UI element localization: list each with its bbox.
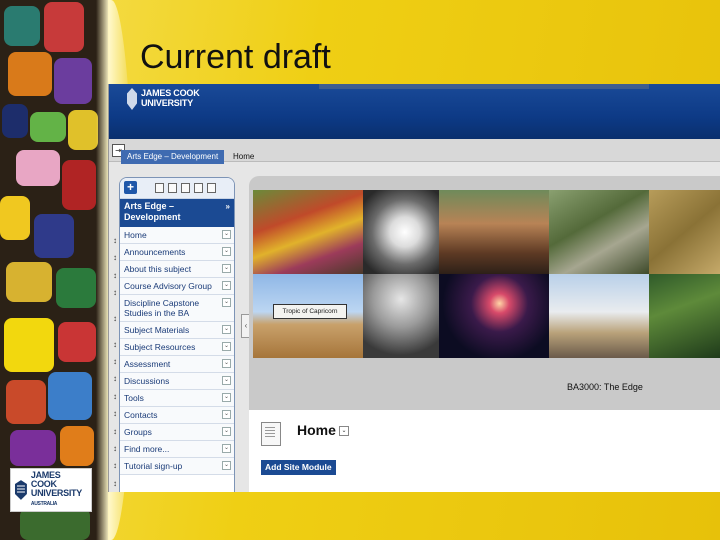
banner-photo-rainforest bbox=[649, 274, 720, 358]
chevron-down-icon[interactable]: ⌄ bbox=[222, 325, 231, 334]
banner-photo-tropic: Tropic of Capricorn bbox=[253, 274, 363, 358]
drag-handle-icon[interactable]: ↕ bbox=[111, 302, 119, 336]
banner-photo-dancers bbox=[253, 190, 363, 274]
drag-handles: ↕ ↕ ↕ ↕ ↕ ↕ ↕ ↕ ↕ ↕ ↕ ↕ ↕ ↕ bbox=[111, 232, 119, 492]
drag-handle-icon[interactable]: ↕ bbox=[111, 336, 119, 353]
drag-handle-icon[interactable]: ↕ bbox=[111, 405, 119, 422]
chevron-down-icon[interactable]: ⌄ bbox=[222, 444, 231, 453]
breadcrumb-course[interactable]: Arts Edge – Development bbox=[121, 150, 225, 164]
folder-view-icon[interactable] bbox=[155, 183, 164, 193]
logo-line-3: AUSTRALIA bbox=[30, 501, 58, 507]
add-site-module-button[interactable]: Add Site Module bbox=[261, 460, 336, 475]
drag-handle-icon[interactable]: ↕ bbox=[111, 423, 119, 440]
course-menu-toolbar: + bbox=[120, 178, 234, 199]
page-heading: Home bbox=[297, 422, 336, 438]
chevron-down-icon[interactable]: ⌄ bbox=[222, 298, 231, 307]
chevron-down-icon[interactable]: ⌄ bbox=[222, 410, 231, 419]
menu-item-tools[interactable]: Tools ⌄ bbox=[120, 390, 234, 407]
menu-item-capstone[interactable]: Discipline Capstone Studies in the BA ⌄ bbox=[120, 295, 234, 322]
chevron-down-icon[interactable]: ⌄ bbox=[222, 393, 231, 402]
banner-photo-taj-mahal bbox=[549, 274, 649, 358]
content-area: Tropic of Capricorn BA3000: The Edge Hom… bbox=[249, 176, 720, 492]
drag-handle-icon[interactable]: ↕ bbox=[111, 353, 119, 370]
chevron-down-icon[interactable]: ⌄ bbox=[339, 426, 349, 436]
drag-handle-icon[interactable]: ↕ bbox=[111, 370, 119, 387]
breadcrumb-page: Home bbox=[233, 152, 255, 161]
blackboard-screenshot: JAMES COOK UNIVERSITY ⇥ Arts Edge – Deve… bbox=[108, 84, 720, 492]
menu-item-find-more[interactable]: Find more... ⌄ bbox=[120, 441, 234, 458]
home-module-area: Home ⌄ Add Site Module bbox=[249, 410, 720, 492]
menu-item-home[interactable]: Home ⌄ bbox=[120, 227, 234, 244]
banner-photo-cyclone-lower bbox=[363, 274, 439, 358]
menu-item-discussions[interactable]: Discussions ⌄ bbox=[120, 373, 234, 390]
drag-handle-icon[interactable]: ↕ bbox=[111, 440, 119, 457]
course-menu-panel: + Arts Edge – Development » Home ⌄ Announ… bbox=[119, 177, 235, 492]
blackboard-header: JAMES COOK UNIVERSITY bbox=[109, 84, 720, 139]
menu-item-about[interactable]: About this subject ⌄ bbox=[120, 261, 234, 278]
chevron-down-icon[interactable]: ⌄ bbox=[222, 427, 231, 436]
chevron-down-icon[interactable]: ⌄ bbox=[222, 281, 231, 290]
breadcrumb: Arts Edge – Development Home bbox=[109, 147, 720, 167]
list-view-icon[interactable] bbox=[168, 183, 177, 193]
tropic-sign: Tropic of Capricorn bbox=[273, 304, 347, 319]
menu-item-announcements[interactable]: Announcements ⌄ bbox=[120, 244, 234, 261]
drag-handle-icon[interactable]: ↕ bbox=[111, 267, 119, 284]
drag-handle-icon[interactable]: ↕ bbox=[111, 284, 119, 301]
header-logo-line-2: UNIVERSITY bbox=[141, 98, 194, 108]
drag-handle-icon[interactable]: ↕ bbox=[111, 457, 119, 474]
menu-item-contacts[interactable]: Contacts ⌄ bbox=[120, 407, 234, 424]
chevron-down-icon[interactable]: ⌄ bbox=[222, 342, 231, 351]
logo-line-2: UNIVERSITY bbox=[30, 488, 82, 498]
menu-item-groups[interactable]: Groups ⌄ bbox=[120, 424, 234, 441]
drag-handle-icon[interactable]: ↕ bbox=[111, 232, 119, 249]
drag-handle-icon[interactable]: ↕ bbox=[111, 475, 119, 492]
menu-item-advisory-group[interactable]: Course Advisory Group ⌄ bbox=[120, 278, 234, 295]
settings-icon[interactable] bbox=[207, 183, 216, 193]
menu-item-assessment[interactable]: Assessment ⌄ bbox=[120, 356, 234, 373]
page-icon bbox=[261, 422, 281, 446]
new-window-icon[interactable] bbox=[181, 183, 190, 193]
course-title-bar[interactable]: Arts Edge – Development » bbox=[120, 199, 234, 227]
chevron-down-icon[interactable]: ⌄ bbox=[222, 461, 231, 470]
header-logo[interactable]: JAMES COOK UNIVERSITY bbox=[127, 88, 200, 110]
chevron-down-icon[interactable]: ⌄ bbox=[222, 264, 231, 273]
crest-icon bbox=[127, 88, 137, 110]
header-logo-line-1: JAMES COOK bbox=[141, 88, 200, 98]
slide-title: Current draft bbox=[140, 38, 331, 76]
menu-item-subject-materials[interactable]: Subject Materials ⌄ bbox=[120, 322, 234, 339]
banner-photo-fireworks bbox=[439, 274, 549, 358]
banner-photo-foliage bbox=[549, 190, 649, 274]
course-menu: Home ⌄ Announcements ⌄ About this subject ⌄… bbox=[120, 227, 234, 475]
course-code: BA3000: The Edge bbox=[567, 382, 643, 392]
menu-item-subject-resources[interactable]: Subject Resources ⌄ bbox=[120, 339, 234, 356]
banner-photo-cyclone bbox=[363, 190, 439, 274]
banner-photo-carving bbox=[649, 190, 720, 274]
banner-photo-people bbox=[439, 190, 549, 274]
jcu-crest-icon bbox=[14, 480, 27, 500]
refresh-icon[interactable] bbox=[194, 183, 203, 193]
drag-handle-icon[interactable]: ↕ bbox=[111, 249, 119, 266]
chevron-down-icon[interactable]: ⌄ bbox=[222, 247, 231, 256]
chevron-down-icon[interactable]: ⌄ bbox=[222, 359, 231, 368]
add-menu-item-button[interactable]: + bbox=[124, 181, 137, 194]
jcu-logo: JAMES COOK UNIVERSITY AUSTRALIA bbox=[10, 468, 92, 512]
chevron-down-icon[interactable]: ⌄ bbox=[222, 376, 231, 385]
collapse-icon[interactable]: » bbox=[226, 201, 230, 212]
banner-collage: Tropic of Capricorn bbox=[253, 190, 720, 358]
course-title: Arts Edge – Development bbox=[124, 201, 181, 222]
puzzle-strip bbox=[0, 0, 108, 540]
chevron-down-icon[interactable]: ⌄ bbox=[222, 230, 231, 239]
drag-handle-icon[interactable]: ↕ bbox=[111, 388, 119, 405]
header-tab-strip bbox=[319, 84, 649, 89]
menu-item-tutorial-signup[interactable]: Tutorial sign-up ⌄ bbox=[120, 458, 234, 475]
logo-line-1: JAMES COOK bbox=[30, 470, 61, 489]
